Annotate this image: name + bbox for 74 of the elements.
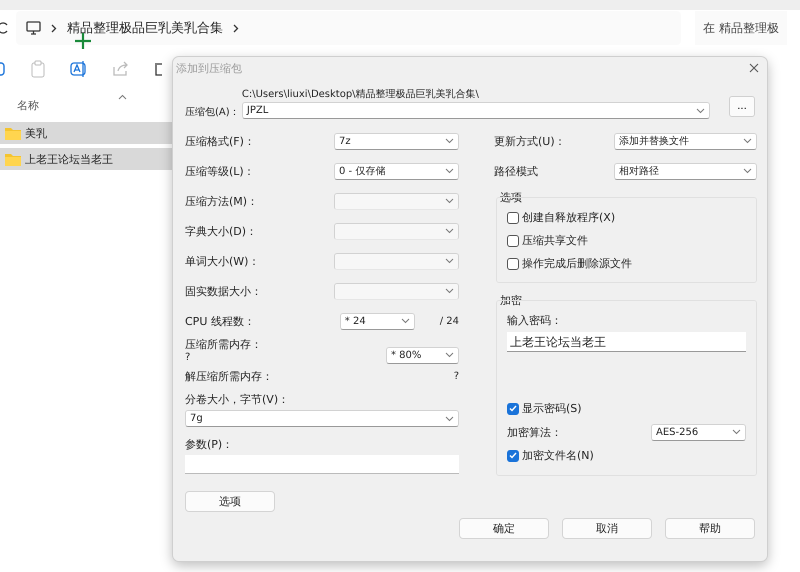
dropdown[interactable]: 相对路径 [614, 162, 757, 180]
checkbox[interactable]: 显示密码(S) [507, 397, 746, 420]
checkbox[interactable]: 压缩共享文件 [507, 229, 746, 252]
checkbox[interactable]: 创建自释放程序(X) [507, 206, 746, 229]
checkbox[interactable]: 操作完成后删除源文件 [507, 252, 746, 275]
field-label: 固实数据大小： [185, 284, 262, 298]
parameters-field[interactable] [185, 455, 459, 474]
column-header[interactable]: 名称 [17, 98, 39, 112]
search-field[interactable]: 在 精品整理极 [695, 11, 787, 45]
dropdown[interactable]: * 80% [386, 346, 459, 364]
chevron-icon [51, 24, 57, 32]
check-icon [509, 405, 517, 412]
folder-icon [5, 152, 21, 166]
dropdown[interactable]: 0 - 仅存储 [334, 162, 459, 180]
computer-icon[interactable] [26, 21, 41, 35]
dropdown-caret-icon [696, 108, 706, 114]
dropdown[interactable]: 添加并替换文件 [614, 132, 757, 150]
dialog-title: 添加到压缩包 [176, 60, 242, 76]
refresh-icon[interactable] [0, 22, 8, 34]
dropdown-caret-icon [400, 318, 410, 324]
options-button[interactable]: 选项 [185, 491, 275, 512]
field-label: 压缩等级(L)： [185, 164, 255, 178]
field-label: 单词大小(W)： [185, 254, 260, 268]
checkbox[interactable]: 加密文件名(N) [507, 444, 746, 467]
dropdown[interactable]: AES-256 [651, 424, 746, 440]
file-row[interactable]: 上老王论坛当老王 [0, 148, 172, 170]
dropdown-caret-icon [743, 138, 752, 144]
share-icon[interactable] [112, 61, 130, 77]
close-icon[interactable] [749, 63, 759, 73]
field-label: 压缩格式(F)： [185, 134, 255, 148]
folder-path: C:\Users\liuxi\Desktop\精品整理极品巨乳美乳合集\ [242, 88, 480, 101]
field-label: 更新方式(U)： [494, 134, 566, 148]
dialog-button[interactable]: 取消 [562, 518, 652, 539]
dropdown-caret-icon [445, 138, 454, 144]
thread-count: / 24 [440, 316, 459, 326]
field-label: 路径模式 [494, 164, 538, 178]
dropdown-caret-icon [445, 228, 454, 234]
field-label: 解压缩所需内存： [185, 368, 273, 384]
rename-icon[interactable] [70, 60, 88, 78]
memory-value: ? [454, 370, 459, 382]
memory-value: ? [185, 352, 192, 363]
dialog-button[interactable]: 帮助 [665, 518, 755, 539]
dropdown[interactable]: * 24 [340, 312, 415, 330]
password-field[interactable]: 上老王论坛当老王 [507, 332, 746, 352]
clipboard-icon[interactable] [30, 60, 46, 78]
dropdown-caret-icon [732, 429, 741, 435]
field-label: 字典大小(D)： [185, 224, 258, 238]
plus-cursor-icon [74, 32, 92, 50]
file-row[interactable]: 美乳 [0, 122, 172, 144]
field-label: 输入密码： [507, 313, 563, 328]
dropdown[interactable]: 7z [334, 132, 459, 150]
volume-size-combobox[interactable]: 7g [185, 410, 459, 427]
check-icon [509, 452, 517, 459]
breadcrumb-item[interactable]: 精品整理极品巨乳美乳合集 [67, 19, 223, 37]
field-label: 压缩方法(M)： [185, 194, 258, 208]
dropdown-caret-icon [445, 168, 454, 174]
field-label: 压缩所需内存： [185, 337, 262, 352]
field-label: 参数(P)： [185, 437, 234, 452]
dialog-button[interactable]: 确定 [459, 518, 549, 539]
field-label: 加密算法： [507, 424, 562, 440]
dropdown-caret-icon [445, 258, 454, 264]
archive-name-combobox[interactable]: JPZL [242, 102, 710, 119]
dropdown-caret-icon [445, 288, 454, 294]
sort-up-icon [118, 94, 127, 100]
chevron-icon [233, 24, 239, 32]
dropdown-caret-icon [445, 198, 454, 204]
folder-icon [5, 126, 21, 140]
field-label: CPU 线程数： [185, 314, 255, 328]
dropdown-caret-icon [743, 168, 752, 174]
field-label: 分卷大小，字节(V)： [185, 392, 290, 407]
browse-button[interactable]: ... [729, 96, 755, 117]
field-label: 压缩包(A)： [185, 106, 241, 119]
dropdown-caret-icon [445, 416, 454, 422]
dropdown-caret-icon [445, 352, 454, 358]
